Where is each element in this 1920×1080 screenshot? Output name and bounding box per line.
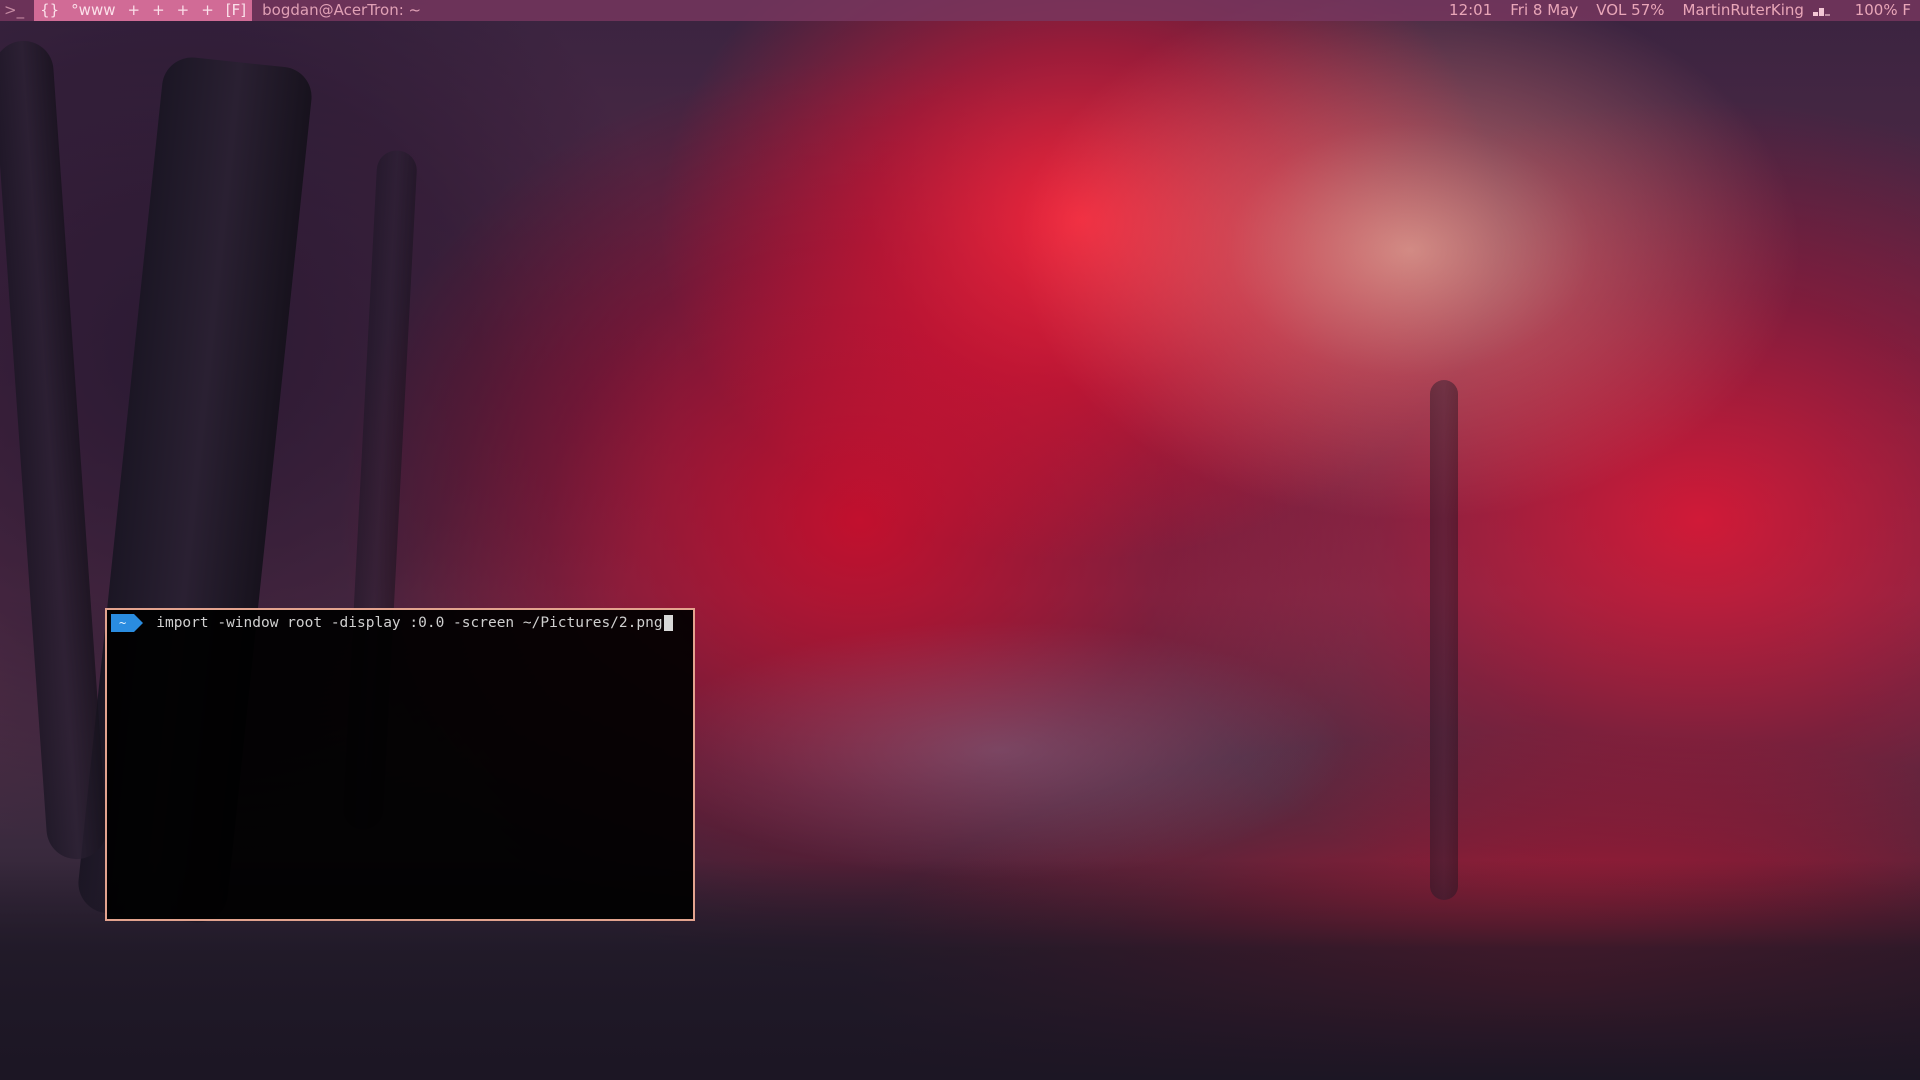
wallpaper-mist (650, 620, 1350, 880)
workspace-3[interactable]: + (121, 0, 146, 21)
terminal-window[interactable]: ~ import -window root -display :0.0 -scr… (105, 608, 695, 921)
workspace-4[interactable]: + (146, 0, 171, 21)
wallpaper-tree-trunk (1430, 380, 1458, 900)
top-status-bar: >_ {} °www + + + + [F] bogdan@AcerTron: … (0, 0, 1920, 21)
wallpaper-tree-trunk (0, 38, 109, 862)
workspace-www[interactable]: °www (65, 0, 121, 21)
terminal-icon[interactable]: >_ (0, 0, 34, 21)
clock: 12:01 (1449, 1, 1493, 19)
workspace-list: {} °www + + + + [F] (34, 0, 253, 21)
workspace-1[interactable]: {} (34, 0, 65, 21)
command-text[interactable]: import -window root -display :0.0 -scree… (156, 615, 662, 631)
workspace-5[interactable]: + (171, 0, 196, 21)
workspace-6[interactable]: + (195, 0, 220, 21)
battery-status: 100% F (1854, 1, 1911, 19)
network-status[interactable]: MartinRuterKing (1674, 0, 1846, 21)
layout-indicator[interactable]: [F] (220, 0, 252, 21)
volume-status[interactable]: VOL 57% (1587, 0, 1673, 21)
status-area: 12:01 Fri 8 May VOL 57% MartinRuterKing … (1440, 0, 1920, 21)
prompt-directory-badge: ~ (111, 614, 144, 632)
text-cursor (663, 615, 673, 631)
network-name: MartinRuterKing (1682, 1, 1804, 19)
window-title: bogdan@AcerTron: ~ (262, 1, 422, 19)
wifi-signal-icon (1809, 0, 1837, 21)
workspace-area: >_ {} °www + + + + [F] bogdan@AcerTron: … (0, 0, 427, 21)
date: Fri 8 May (1510, 1, 1579, 19)
prompt-line[interactable]: ~ import -window root -display :0.0 -scr… (111, 614, 673, 632)
